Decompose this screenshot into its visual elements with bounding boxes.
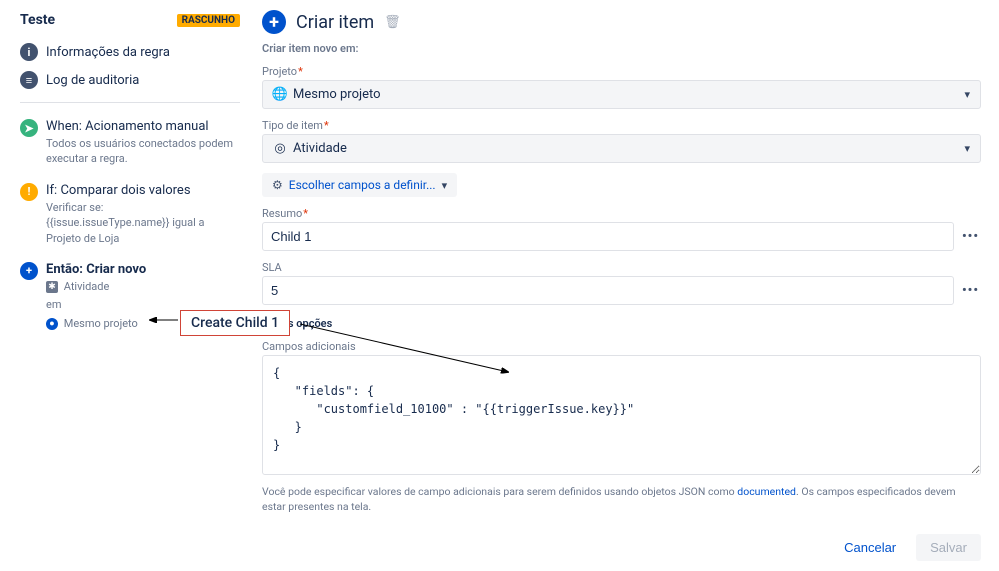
choose-fields-label: Escolher campos a definir... (289, 178, 436, 192)
choose-fields-button[interactable]: ⚙ Escolher campos a definir... ▾ (262, 173, 457, 197)
chevron-down-icon: ▾ (964, 142, 970, 155)
chevron-down-icon: ▾ (964, 88, 970, 101)
gear-icon: ⚙ (272, 178, 283, 192)
nav-rule-info[interactable]: i Informações da regra (20, 38, 240, 66)
nav-audit-log-label: Log de auditoria (46, 73, 139, 88)
trigger-desc: Todos os usuários conectados podem execu… (46, 136, 240, 167)
nav-audit-log[interactable]: ≡ Log de auditoria (20, 66, 240, 94)
more-options-toggle[interactable]: Mais opções (262, 317, 981, 330)
action-title: Criar novo (86, 262, 146, 277)
action-icon: + (20, 262, 38, 280)
rule-name: Teste (20, 12, 55, 28)
project-dropdown-value: Mesmo projeto (293, 87, 381, 102)
more-actions-icon[interactable]: ••• (960, 283, 981, 298)
task-icon: ◎ (273, 142, 287, 156)
draft-badge: RASCUNHO (177, 14, 240, 27)
summary-input[interactable] (262, 222, 954, 251)
action-prefix: Então: (46, 262, 83, 277)
step-trigger[interactable]: ➤ When: Acionamento manual Todos os usuá… (20, 111, 240, 175)
divider (20, 102, 240, 103)
step-condition[interactable]: ! If: Comparar dois valores Verificar se… (20, 175, 240, 254)
itemtype-dropdown-value: Atividade (293, 141, 347, 156)
additional-fields-textarea[interactable] (262, 355, 981, 475)
panel-subtitle: Criar item novo em: (262, 42, 981, 55)
condition-icon: ! (20, 183, 38, 201)
condition-line2: {{issue.issueType.name}} igual a Projeto… (46, 215, 240, 246)
annotation-create-child: Create Child 1 (180, 310, 290, 336)
condition-line1: Verificar se: (46, 200, 240, 215)
save-button[interactable]: Salvar (916, 534, 981, 561)
action-type: Atividade (64, 280, 110, 293)
project-mini-icon: ● (46, 318, 58, 330)
trash-icon[interactable]: 🗑 (384, 15, 401, 30)
project-label: Projeto (262, 65, 297, 78)
sla-input[interactable] (262, 276, 954, 305)
project-dropdown[interactable]: 🌐 Mesmo projeto ▾ (262, 80, 981, 109)
panel-title: Criar item (296, 12, 374, 33)
issuetype-mini-icon: ✱ (46, 281, 58, 293)
globe-icon: 🌐 (273, 88, 287, 102)
trigger-prefix: When: (46, 119, 82, 134)
nav-rule-info-label: Informações da regra (46, 45, 170, 60)
info-icon: i (20, 43, 38, 61)
more-actions-icon[interactable]: ••• (960, 229, 981, 244)
itemtype-label: Tipo de item (262, 119, 323, 132)
sla-label: SLA (262, 261, 282, 274)
trigger-title: Acionamento manual (85, 119, 208, 134)
cancel-button[interactable]: Cancelar (836, 534, 904, 561)
plus-circle-icon: + (262, 10, 286, 34)
rule-header: Teste RASCUNHO (20, 12, 240, 28)
help-text: Você pode especificar valores de campo a… (262, 485, 981, 514)
itemtype-dropdown[interactable]: ◎ Atividade ▾ (262, 134, 981, 163)
action-project: Mesmo projeto (64, 317, 138, 330)
additional-fields-label: Campos adicionais (262, 340, 356, 353)
list-icon: ≡ (20, 71, 38, 89)
chevron-down-icon: ▾ (442, 179, 448, 192)
condition-prefix: If: (46, 183, 57, 198)
condition-title: Comparar dois valores (60, 183, 190, 198)
summary-label: Resumo (262, 207, 302, 220)
documented-link[interactable]: documented (737, 485, 796, 498)
trigger-icon: ➤ (20, 119, 38, 137)
